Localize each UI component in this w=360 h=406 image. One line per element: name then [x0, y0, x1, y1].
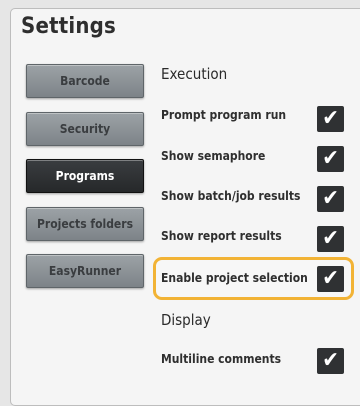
checkmark-icon: ✔ — [322, 106, 339, 131]
checkbox-show-report-results[interactable]: ✔ — [317, 226, 344, 252]
nav-security-button[interactable]: Security — [26, 112, 144, 146]
option-label-prompt-program-run: Prompt program run — [161, 108, 287, 122]
checkbox-prompt-program-run[interactable]: ✔ — [317, 106, 344, 132]
nav-easyrunner-button[interactable]: EasyRunner — [26, 254, 144, 288]
option-label-enable-project-selection: Enable project selection — [161, 271, 308, 285]
checkmark-icon: ✔ — [322, 226, 339, 251]
checkbox-show-batch-job-results[interactable]: ✔ — [317, 186, 344, 212]
option-label-multiline-comments: Multiline comments — [161, 352, 282, 366]
checkbox-enable-project-selection[interactable]: ✔ — [317, 266, 344, 292]
option-label-show-report-results: Show report results — [161, 229, 282, 243]
option-label-show-batch-job-results: Show batch/job results — [161, 189, 301, 203]
option-label-show-semaphore: Show semaphore — [161, 149, 266, 163]
page-title: Settings — [21, 14, 117, 39]
execution-section-heading: Execution — [161, 65, 228, 83]
nav-projects-folders-button[interactable]: Projects folders — [26, 207, 144, 241]
checkbox-multiline-comments[interactable]: ✔ — [317, 348, 344, 374]
checkmark-icon: ✔ — [322, 266, 339, 291]
display-section-heading: Display — [161, 311, 211, 329]
checkmark-icon: ✔ — [322, 348, 339, 373]
checkbox-show-semaphore[interactable]: ✔ — [317, 146, 344, 172]
nav-barcode-button[interactable]: Barcode — [26, 64, 144, 98]
checkmark-icon: ✔ — [322, 146, 339, 171]
nav-programs-button[interactable]: Programs — [26, 159, 144, 193]
checkmark-icon: ✔ — [322, 186, 339, 211]
